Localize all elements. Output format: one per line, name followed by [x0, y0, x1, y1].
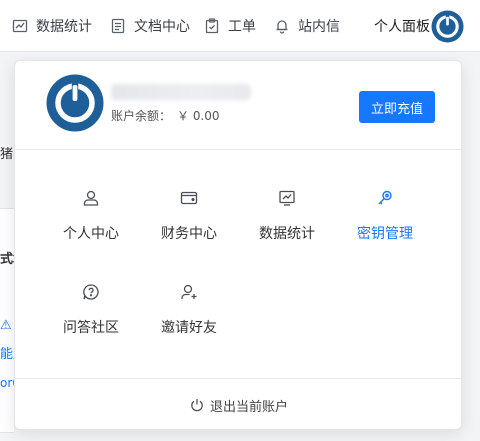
bell-icon [274, 18, 290, 34]
menu-item-label: 密钥管理 [357, 226, 413, 242]
account-balance: 账户余额： ￥ 0.00 [111, 107, 220, 124]
menu-item-label: 个人中心 [63, 226, 119, 242]
menu-item-statistics[interactable]: 数据统计 [239, 189, 335, 249]
clipboard-icon [204, 18, 220, 34]
nav-messages[interactable]: 站内信 [274, 0, 340, 52]
user-info: 账户余额： ￥ 0.00 立即充值 [15, 61, 461, 150]
menu-item-label: 数据统计 [259, 226, 315, 242]
chart-icon [278, 189, 296, 207]
balance-value: ￥ 0.00 [177, 109, 220, 123]
key-icon [376, 189, 394, 207]
question-icon [82, 283, 100, 301]
avatar[interactable] [431, 10, 464, 43]
logout-label: 退出当前账户 [209, 399, 288, 415]
menu-item-finance[interactable]: 财务中心 [141, 189, 237, 249]
add-user-icon [180, 283, 198, 301]
nav-personal-panel[interactable]: 个人面板 [374, 0, 430, 52]
recharge-button[interactable]: 立即充值 [359, 91, 435, 123]
balance-label: 账户余额： [111, 109, 172, 123]
background-page-right [466, 52, 480, 441]
top-nav-bar: 数据统计 文档中心 工单 站内信 个人面板 [0, 0, 480, 52]
nav-tickets-label: 工单 [228, 19, 256, 35]
avatar [46, 74, 104, 132]
chart-icon [12, 18, 28, 34]
document-icon [110, 18, 126, 34]
nav-messages-label: 站内信 [298, 19, 340, 35]
menu-item-invite-friends[interactable]: 邀请好友 [141, 283, 237, 343]
menu-item-profile[interactable]: 个人中心 [43, 189, 139, 249]
nav-docs-label: 文档中心 [134, 19, 190, 35]
nav-stats-label: 数据统计 [36, 19, 92, 35]
nav-tickets[interactable]: 工单 [204, 0, 256, 52]
menu-item-qa-community[interactable]: 问答社区 [43, 283, 139, 343]
user-icon [82, 189, 100, 207]
nav-docs[interactable]: 文档中心 [110, 0, 190, 52]
menu-item-key-management[interactable]: 密钥管理 [337, 189, 433, 249]
nav-stats[interactable]: 数据统计 [12, 0, 92, 52]
user-dropdown-panel: 账户余额： ￥ 0.00 立即充值 个人中心 财务中心 数据统计 密钥管理 问答… [14, 60, 462, 430]
menu-item-label: 邀请好友 [161, 320, 217, 336]
menu-item-label: 问答社区 [63, 320, 119, 336]
background-text: 猪 [0, 147, 14, 162]
nav-panel-label: 个人面板 [374, 19, 430, 35]
username-redacted [111, 84, 251, 100]
warning-icon: ⚠ [0, 318, 12, 333]
logout-button[interactable]: 退出当前账户 [15, 378, 461, 429]
wallet-icon [180, 189, 198, 207]
power-icon [190, 398, 204, 412]
menu-item-label: 财务中心 [161, 226, 217, 242]
